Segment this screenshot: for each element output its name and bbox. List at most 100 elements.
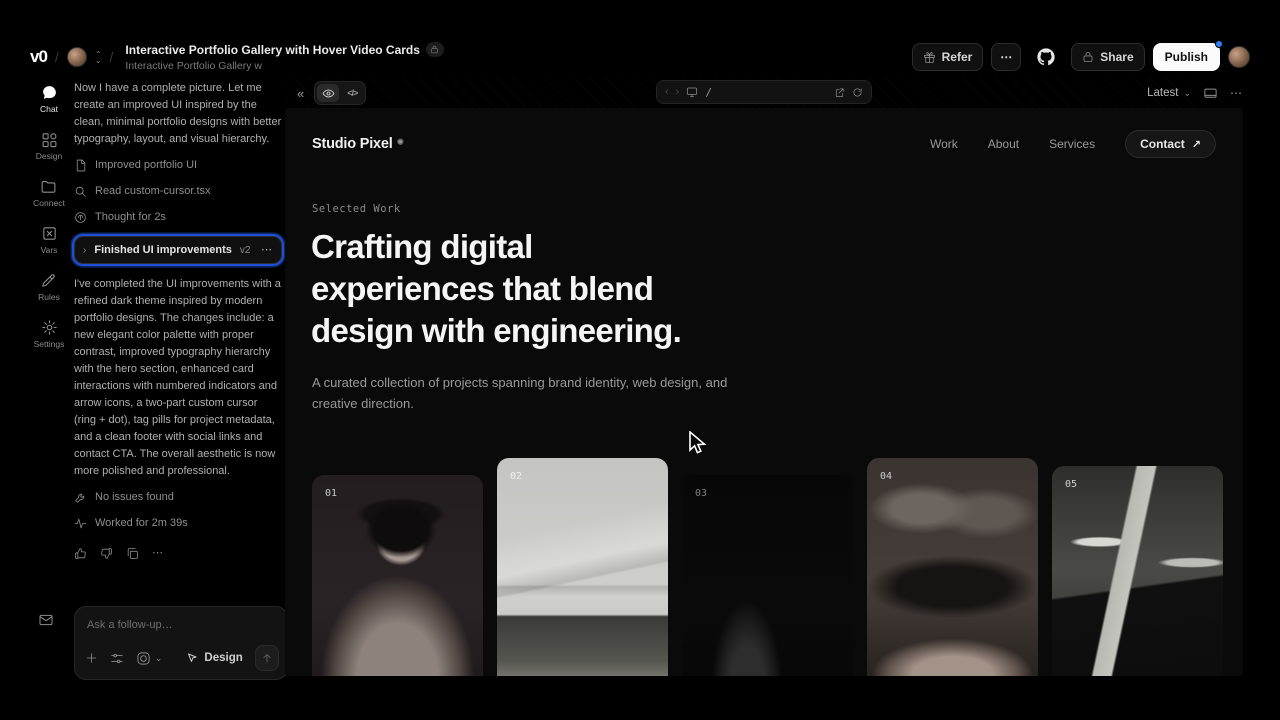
mode-label: Design [204,650,242,667]
divider-slash: / [55,49,59,65]
nav-link-work[interactable]: Work [930,137,958,151]
collapse-panel-icon[interactable]: « [297,86,304,101]
cursor-pointer-icon [186,652,198,664]
gear-icon [41,319,58,336]
sidebar-item-vars[interactable]: Vars [41,225,58,255]
sidebar-label: Vars [41,245,58,255]
back-icon[interactable]: ‹ [665,86,669,98]
message-actions: ⋯ [74,545,282,562]
sidebar-item-connect[interactable]: Connect [33,178,65,208]
forward-icon[interactable]: › [676,86,680,98]
wrench-icon [74,491,87,504]
card-number: 04 [880,471,892,482]
sidebar-item-settings[interactable]: Settings [34,319,65,349]
model-style-picker[interactable]: ⌄ [136,650,163,667]
nav-link-services[interactable]: Services [1049,137,1095,151]
nav-link-about[interactable]: About [988,137,1019,151]
team-avatar[interactable] [67,47,87,67]
url-path[interactable]: / [705,86,712,99]
status-no-issues[interactable]: No issues found [74,489,282,506]
activity-icon [74,517,87,530]
project-title[interactable]: Interactive Portfolio Gallery with Hover… [125,43,420,57]
chevron-down-icon: ⌄ [1183,88,1191,99]
mode-selector-design[interactable]: Design [186,650,242,667]
thumbs-down-icon[interactable] [100,547,113,560]
followup-input[interactable]: Ask a follow-up… [87,617,275,634]
task-thought[interactable]: Thought for 2s [74,209,282,226]
project-card-face-macro[interactable]: 04 [867,458,1038,676]
user-avatar[interactable] [1228,46,1250,68]
github-button[interactable] [1029,43,1063,71]
topbar-more-button[interactable]: ⋯ [991,43,1021,71]
v0-logo[interactable]: v0 [30,47,47,67]
github-icon [1037,48,1055,66]
composer-toolbar: ⌄ Design [85,645,279,671]
followup-composer[interactable]: Ask a follow-up… ⌄ Design [74,606,288,680]
mail-icon [38,612,54,628]
document-icon [74,159,87,172]
preview-toolbar-right: Latest ⌄ ⋯ [1147,86,1243,101]
sidebar-label: Design [36,151,62,161]
contact-button[interactable]: Contact ↗ [1125,130,1216,158]
card-number: 01 [325,488,337,499]
arrow-up-right-icon: ↗ [1192,138,1201,151]
sidebar-label: Rules [38,292,60,302]
project-subtitle: Interactive Portfolio Gallery w [125,60,444,72]
lock-icon [430,45,439,54]
device-preview-icon[interactable] [1203,86,1218,101]
status-worked-for[interactable]: Worked for 2m 39s [74,515,282,532]
chat-panel: Now I have a complete picture. Let me cr… [74,80,282,680]
side-rail: Chat Design Connect Vars Rules Settings [26,84,72,349]
card-number: 05 [1065,479,1077,490]
task-read-custom-cursor[interactable]: Read custom-cursor.tsx [74,183,282,200]
code-view-toggle[interactable]: </> [341,84,363,102]
pencil-icon [40,272,57,289]
project-card-dark-product[interactable]: 03 [682,475,853,676]
site-header: Studio Pixel ✺ Work About Services Conta… [312,130,1216,158]
arrow-up-icon [261,652,273,664]
sidebar-label: Chat [40,104,58,114]
lock-icon [1082,51,1094,63]
preview-url-bar[interactable]: ‹ › / [656,80,872,104]
settings-sliders-icon[interactable] [110,651,124,666]
send-button[interactable] [255,645,279,671]
preview-eye-toggle[interactable] [317,84,339,102]
attach-plus-icon[interactable] [85,651,98,665]
device-desktop-icon[interactable] [686,86,698,98]
project-card-fashion-portrait[interactable]: 01 [312,475,483,676]
search-icon [74,185,87,198]
share-button[interactable]: Share [1071,43,1144,71]
version-card-menu[interactable]: ⋯ [261,242,273,259]
hero-heading-line: experiences that blend [311,268,681,310]
open-external-icon[interactable] [834,87,845,98]
task-improved-portfolio-ui[interactable]: Improved portfolio UI [74,157,282,174]
project-card-architecture[interactable]: 02 [497,458,668,676]
publish-button[interactable]: Publish [1153,43,1220,71]
v0-app-window: v0 / ⌃⌄ / Interactive Portfolio Gallery … [0,0,1280,720]
refer-button[interactable]: Refer [912,43,984,71]
task-label: Read custom-cursor.tsx [95,183,211,200]
brand-name: Studio Pixel [312,136,393,152]
publish-label: Publish [1165,50,1208,64]
thumbs-up-icon[interactable] [74,547,87,560]
folder-icon [40,178,57,195]
private-lock-badge [426,42,444,57]
thinking-icon [74,211,87,224]
sidebar-item-rules[interactable]: Rules [38,272,60,302]
section-eyebrow: Selected Work [312,203,401,215]
top-bar-right: Refer ⋯ Share Publish [912,42,1250,72]
refresh-icon[interactable] [852,87,863,98]
share-label: Share [1100,50,1133,64]
preview-more-button[interactable]: ⋯ [1230,86,1243,100]
version-dropdown[interactable]: Latest ⌄ [1147,87,1191,99]
site-brand[interactable]: Studio Pixel ✺ [312,136,404,152]
sidebar-item-design[interactable]: Design [36,131,62,161]
team-switcher-chevrons[interactable]: ⌃⌄ [95,52,102,63]
design-blocks-icon [41,131,58,148]
project-card-car-garage[interactable]: 05 [1052,466,1223,676]
sidebar-item-chat[interactable]: Chat [40,84,58,114]
actions-more-button[interactable]: ⋯ [152,545,164,562]
version-card-finished-ui-improvements[interactable]: › Finished UI improvements v2 ⋯ [74,236,282,264]
copy-icon[interactable] [126,547,139,560]
feedback-mail-button[interactable] [38,612,54,628]
